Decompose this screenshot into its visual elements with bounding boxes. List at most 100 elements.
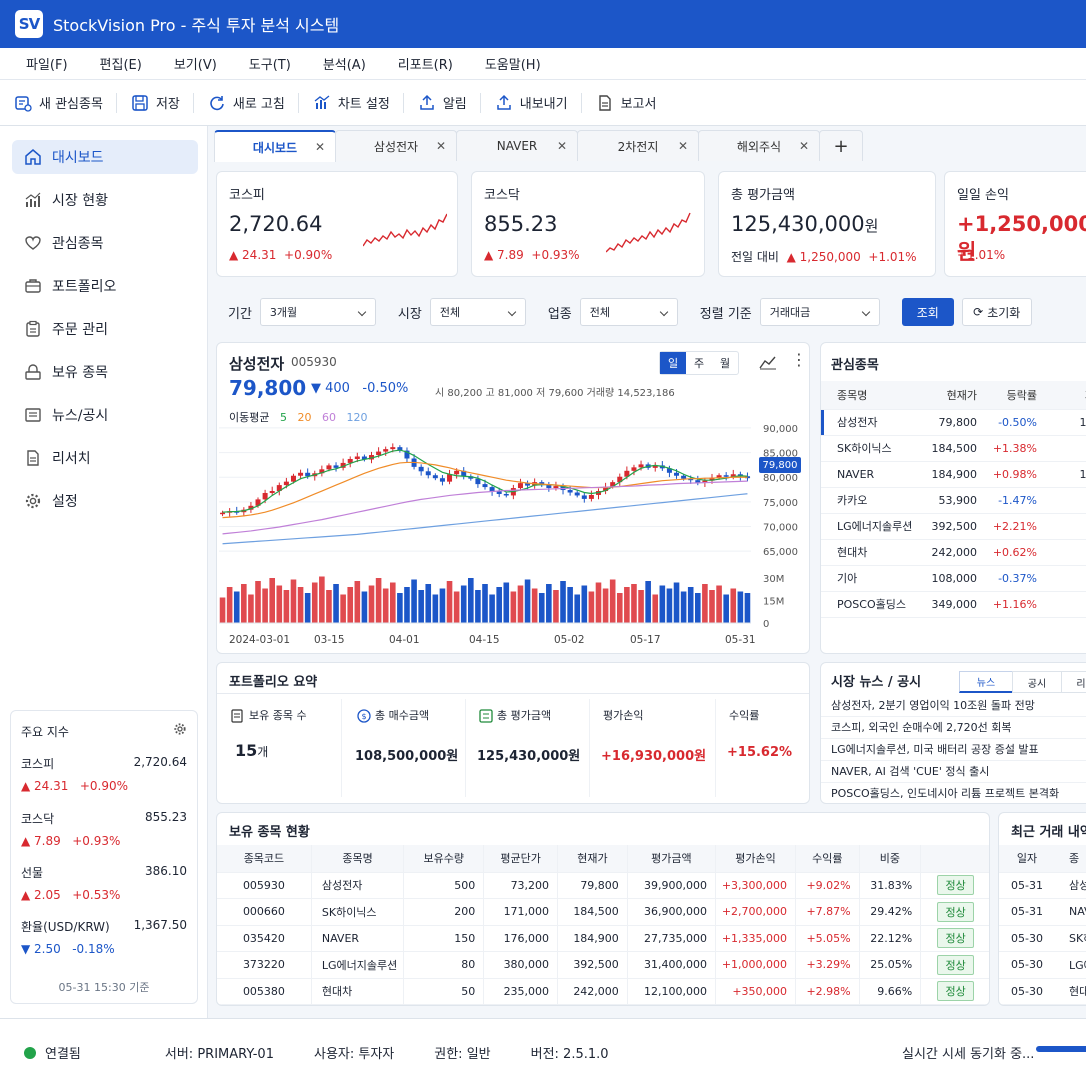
close-icon[interactable]: ✕ [678, 139, 688, 153]
sidebar-item-research[interactable]: 리서치 [12, 441, 198, 475]
col-name[interactable]: 종목명 [821, 381, 919, 410]
trade-row[interactable]: 05-30SK하 [999, 925, 1086, 952]
sparkline [606, 212, 691, 253]
menu-file[interactable]: 파일(F) [26, 54, 68, 73]
holding-avg-price: 176,000 [483, 925, 559, 952]
save-button[interactable]: 저장 [117, 80, 194, 125]
tab-news[interactable]: 뉴스 [959, 671, 1013, 693]
chart-settings-button[interactable]: 차트 설정 [299, 80, 404, 125]
sidebar-item-settings[interactable]: 설정 [12, 484, 198, 518]
watchlist-row[interactable]: 삼성전자 79,800 -0.50% 14,52 [821, 409, 1086, 436]
holdings-col-header[interactable]: 종목코드 [217, 845, 312, 873]
gear-icon[interactable] [173, 722, 187, 736]
sector-select[interactable]: 전체 [579, 298, 678, 326]
candlestick-chart[interactable]: 90,00085,00080,00075,00070,00065,00030M1… [217, 343, 811, 655]
export-button[interactable]: 내보내기 [481, 80, 582, 125]
report-button[interactable]: 보고서 [582, 80, 671, 125]
sidebar-item-dashboard[interactable]: 대시보드 [12, 140, 198, 174]
menu-view[interactable]: 보기(V) [174, 54, 217, 73]
close-icon[interactable]: ✕ [436, 139, 446, 153]
sidebar-item-orders[interactable]: 주문 관리 [12, 312, 198, 346]
kospi-card[interactable]: 코스피 2,720.64 ▲ 24.31 +0.90% [216, 171, 458, 277]
holdings-col-header[interactable]: 평가손익 [715, 845, 797, 873]
trade-row[interactable]: 05-30LG에 [999, 951, 1086, 979]
holdings-row[interactable]: 005930 삼성전자 500 73,200 79,800 39,900,000 +3,30… [217, 872, 989, 899]
watch-price: 79,800 [919, 409, 977, 436]
trade-row[interactable]: 05-30현대 [999, 978, 1086, 1005]
close-icon[interactable]: ✕ [799, 139, 809, 153]
tab-dashboard[interactable]: 대시보드 ✕ [214, 130, 336, 162]
trade-row[interactable]: 05-31NAV [999, 898, 1086, 926]
news-item[interactable]: POSCO홀딩스, 인도네시아 리튬 프로젝트 본격화 [821, 783, 1086, 803]
tab-overseas[interactable]: 해외주식 ✕ [698, 130, 820, 161]
watchlist-row[interactable]: 카카오 53,900 -1.47% 1,20 [821, 487, 1086, 514]
tab-disclosure[interactable]: 공시 [1012, 671, 1062, 693]
holdings-col-header[interactable]: 종목명 [311, 845, 405, 873]
candle-body [220, 512, 226, 515]
holdings-col-header[interactable]: 비중 [859, 845, 922, 873]
reset-button[interactable]: ⟳ 초기화 [961, 298, 1032, 326]
sidebar-item-watchlist[interactable]: 관심종목 [12, 226, 198, 260]
candle-body [588, 494, 594, 499]
holdings-row[interactable]: 000660 SK하이닉스 200 171,000 184,500 36,900,000 +… [217, 898, 989, 926]
holdings-col-header[interactable]: 보유수량 [403, 845, 485, 873]
holdings-row[interactable]: 373220 LG에너지솔루션 80 380,000 392,500 31,400,000… [217, 951, 989, 979]
watch-change: -1.47% [977, 487, 1037, 514]
watchlist-row[interactable]: 현대차 242,000 +0.62% 689 [821, 539, 1086, 566]
candle-body [439, 478, 445, 482]
menu-help[interactable]: 도움말(H) [485, 54, 541, 73]
menu-edit[interactable]: 편집(E) [100, 54, 142, 73]
new-watchlist-button[interactable]: 새 관심종목 [0, 80, 117, 125]
trade-row[interactable]: 05-31삼성 [999, 872, 1086, 899]
period-select[interactable]: 3개월 [259, 298, 376, 326]
total-value-card[interactable]: 총 평가금액 125,430,000원 전일 대비 ▲ 1,250,000 +1… [718, 171, 936, 277]
watchlist-row[interactable]: NAVER 184,900 +0.98% 1,892 [821, 461, 1086, 488]
watchlist-row[interactable]: LG에너지솔루션 392,500 +2.21% 870 [821, 513, 1086, 540]
alert-button[interactable]: 알림 [404, 80, 481, 125]
menu-tools[interactable]: 도구(T) [249, 54, 291, 73]
col-date[interactable]: 일자 [999, 845, 1055, 873]
news-item[interactable]: LG에너지솔루션, 미국 배터리 공장 증설 발표 [821, 739, 1086, 761]
chart-settings-label: 차트 설정 [337, 97, 390, 112]
watchlist-row[interactable]: SK하이닉스 184,500 +1.38% 5,23 [821, 435, 1086, 462]
refresh-button[interactable]: 새로 고침 [194, 80, 299, 125]
close-icon[interactable]: ✕ [557, 139, 567, 153]
holdings-col-header[interactable]: 수익률 [795, 845, 860, 873]
kosdaq-card[interactable]: 코스닥 855.23 ▲ 7.89 +0.93% [471, 171, 705, 277]
news-item[interactable]: 삼성전자, 2분기 영업이익 10조원 돌파 전망 [821, 695, 1086, 717]
card-change: +1.01% [957, 248, 1006, 262]
col-volume[interactable]: 거래 [1037, 381, 1086, 410]
tab-samsung[interactable]: 삼성전자 ✕ [335, 130, 457, 161]
sort-select[interactable]: 거래대금 [759, 298, 880, 326]
sidebar-item-portfolio[interactable]: 포트폴리오 [12, 269, 198, 303]
volume-bar [368, 585, 375, 623]
menu-analysis[interactable]: 분석(A) [323, 54, 366, 73]
holdings-row[interactable]: 005380 현대차 50 235,000 242,000 12,100,000 +350,… [217, 978, 989, 1005]
holdings-col-header[interactable]: 현재가 [557, 845, 628, 873]
news-item[interactable]: 코스피, 외국인 순매수에 2,720선 회복 [821, 717, 1086, 739]
search-button[interactable]: 조회 [901, 298, 954, 326]
sidebar-item-market[interactable]: 시장 현황 [12, 183, 198, 217]
stat-eval-value: 125,430,000원 [477, 749, 581, 764]
col-stock[interactable]: 종 [1055, 845, 1086, 873]
watchlist-row[interactable]: POSCO홀딩스 349,000 +1.16% 621 [821, 591, 1086, 618]
add-tab-button[interactable]: + [819, 130, 863, 161]
menu-report[interactable]: 리포트(R) [398, 54, 453, 73]
holdings-col-header[interactable]: 평균단가 [483, 845, 559, 873]
holdings-col-header[interactable]: 평가금액 [627, 845, 717, 873]
news-item[interactable]: NAVER, AI 검색 'CUE' 정식 출시 [821, 761, 1086, 783]
watchlist-row[interactable]: 기아 108,000 -0.37% 532 [821, 565, 1086, 592]
sidebar-item-holdings[interactable]: 보유 종목 [12, 355, 198, 389]
tab-naver[interactable]: NAVER ✕ [456, 130, 578, 161]
tab-more[interactable]: 리 [1061, 671, 1086, 693]
holdings-row[interactable]: 035420 NAVER 150 176,000 184,900 27,735,000 +1… [217, 925, 989, 952]
market-select[interactable]: 전체 [429, 298, 526, 326]
col-change[interactable]: 등락률 [977, 381, 1037, 410]
holdings-col-header[interactable] [920, 845, 989, 873]
col-price[interactable]: 현재가 [919, 381, 977, 410]
close-icon[interactable]: ✕ [315, 140, 325, 154]
holding-weight: 25.05% [859, 951, 922, 979]
tab-battery[interactable]: 2차전지 ✕ [577, 130, 699, 161]
sidebar-item-news[interactable]: 뉴스/공시 [12, 398, 198, 432]
daily-pnl-card[interactable]: 일일 손익 +1,250,000원 +1.01% [944, 171, 1086, 277]
